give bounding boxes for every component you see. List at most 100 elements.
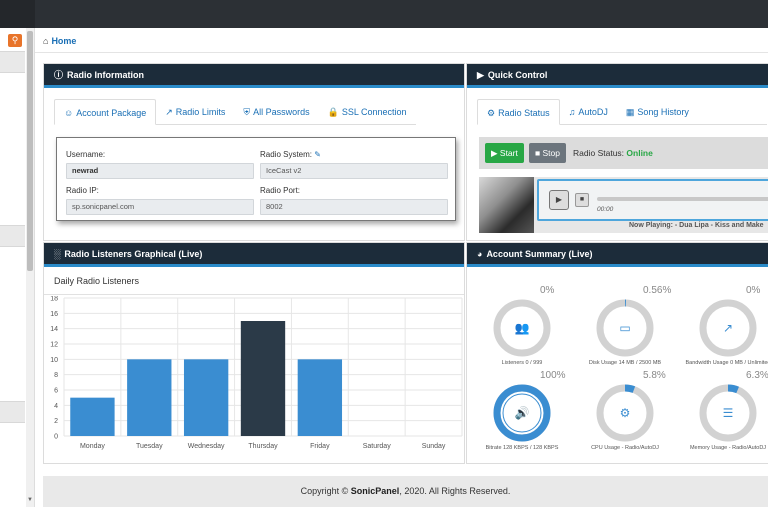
usage-label: Bandwidth Usage 0 MB / Unlimited (685, 360, 768, 366)
bar[interactable] (127, 359, 172, 436)
lock-icon: 🔒 (327, 107, 339, 117)
sidebar-item[interactable] (0, 51, 25, 73)
bar[interactable] (183, 359, 229, 436)
bar[interactable] (70, 397, 115, 436)
radio-system-label-text: Radio System: (260, 150, 313, 159)
tab-song-history[interactable]: ▦ Song History (617, 99, 698, 125)
account-summary-panel: ◕ Account Summary (Live) 👥 0% Listeners 0 /… (466, 242, 768, 464)
bar-chart-icon: ░ (54, 249, 61, 259)
y-tick-label: 2 (54, 418, 58, 425)
sidebar-item[interactable] (0, 401, 25, 423)
footer-brand[interactable]: SonicPanel (351, 486, 400, 496)
start-button[interactable]: ▶ Start (485, 143, 524, 163)
usage-ring: ▭ (596, 299, 654, 357)
sidebar-item[interactable] (0, 225, 25, 247)
usage-percent: 0% (746, 285, 761, 296)
x-tick-label: Friday (310, 443, 330, 450)
headphones-icon: ♫ (568, 107, 576, 117)
username-label: Username: (66, 150, 106, 159)
panel-title: Account Summary (Live) (486, 249, 593, 259)
summary-item: 🔊 100% Bitrate 128 KBPS / 128 KBPS (467, 370, 577, 453)
y-tick-label: 14 (50, 326, 58, 333)
usage-label: Memory Usage - Radio/AutoDJ (689, 445, 767, 451)
tab-autodj[interactable]: ♫ AutoDJ (560, 99, 617, 125)
tab-all-passwords[interactable]: ⛨ All Passwords (234, 99, 318, 125)
quick-control-panel: ▶ Quick Control ⚙ Radio Status ♫ AutoDJ ▦ So… (466, 63, 768, 241)
usage-ring: ↗ (699, 299, 757, 357)
x-tick-label: Monday (80, 443, 105, 450)
x-tick-label: Thursday (248, 443, 278, 450)
usage-percent: 6.3% (746, 370, 768, 381)
bar[interactable] (297, 359, 343, 436)
stop-icon[interactable]: ■ (575, 193, 589, 207)
cog-icon: ⚙ (620, 406, 631, 420)
tab-radio-status[interactable]: ⚙ Radio Status (477, 99, 560, 125)
scroll-down-icon[interactable]: ▼ (27, 497, 33, 503)
info-circle-icon: ⓘ (54, 70, 64, 80)
play-circle-icon: ▶ (477, 70, 484, 80)
radio-system-label: Radio System: ✎ (260, 150, 321, 159)
area-chart-icon: ↗ (723, 321, 733, 335)
home-icon: ⌂ (43, 36, 49, 46)
tab-label: Radio Limits (175, 107, 226, 117)
breadcrumb[interactable]: ⌂ Home (43, 36, 76, 46)
bar[interactable] (240, 321, 286, 436)
radio-system-field: IceCast v2 (260, 163, 448, 179)
summary-item: ⚙ 5.8% CPU Usage - Radio/AutoDJ (570, 370, 680, 453)
y-tick-label: 4 (54, 403, 58, 410)
divider (35, 52, 768, 53)
pencil-icon[interactable]: ✎ (314, 150, 321, 159)
tab-radio-limits[interactable]: ↗ Radio Limits (156, 99, 234, 125)
usage-percent: 0% (540, 285, 555, 296)
panel-header: ◕ Account Summary (Live) (467, 243, 768, 267)
users-icon: 👥 (515, 321, 530, 335)
account-package-card: Username: newrad Radio System: ✎ IceCast… (56, 137, 456, 221)
breadcrumb-home[interactable]: Home (51, 36, 76, 46)
listeners-bar-chart: 0 2 4 6 8 10 12 14 16 18 Monday Tuesday Wednesday Thu… (50, 296, 463, 450)
y-tick-label: 10 (50, 357, 58, 364)
calendar-icon: ▦ (625, 107, 635, 117)
audio-player: ▶ ■ 00:00 Now Playing: - Dua Lipa - Kiss… (479, 177, 768, 233)
play-icon[interactable]: ▶ (549, 190, 569, 210)
user-circle-icon: ☺ (64, 108, 74, 118)
radio-port-label: Radio Port: (260, 186, 301, 195)
line-chart-icon: ↗ (165, 107, 173, 117)
stop-button[interactable]: ■ Stop (529, 143, 566, 163)
footer-prefix: Copyright © (300, 486, 349, 496)
summary-item: 👥 0% Listeners 0 / 999 (467, 285, 577, 368)
usage-ring: ☰ (699, 384, 757, 442)
shield-icon: ⛨ (243, 107, 251, 117)
panel-title: Radio Listeners Graphical (Live) (64, 249, 203, 259)
summary-item: ↗ 0% Bandwidth Usage 0 MB / Unlimited (673, 285, 768, 368)
y-tick-label: 8 (54, 372, 58, 379)
panel-title: Quick Control (487, 70, 548, 80)
listeners-panel: ░ Radio Listeners Graphical (Live) Daily … (43, 242, 465, 464)
x-tick-label: Tuesday (136, 443, 163, 450)
hdd-icon: ▭ (619, 321, 630, 335)
tab-label: AutoDJ (578, 107, 608, 117)
panel-header: ▶ Quick Control (467, 64, 768, 88)
usage-label: CPU Usage - Radio/AutoDJ (591, 445, 659, 451)
tab-ssl-connection[interactable]: 🔒 SSL Connection (319, 99, 416, 125)
now-playing: Now Playing: - Dua Lipa - Kiss and Make (629, 222, 764, 229)
usage-ring: ⚙ (596, 384, 654, 442)
audio-controls: ▶ ■ 00:00 (537, 179, 768, 221)
pie-chart-icon: ◕ (477, 249, 483, 259)
tab-account-package[interactable]: ☺ Account Package (54, 99, 157, 125)
quick-control-tabs: ⚙ Radio Status ♫ AutoDJ ▦ Song History (477, 99, 767, 125)
summary-item: ▭ 0.56% Disk Usage 14 MB / 2500 MB (570, 285, 680, 368)
y-tick-label: 0 (54, 434, 58, 441)
main-content: ⌂ Home ⓘ Radio Information ☺ Account Packag… (35, 28, 768, 507)
album-art (479, 177, 534, 233)
navbar-brand-area (0, 0, 35, 28)
tab-label: SSL Connection (341, 107, 407, 117)
x-tick-label: Saturday (363, 443, 392, 450)
summary-item: ☰ 6.3% Memory Usage - Radio/AutoDJ (673, 370, 768, 453)
top-navbar (0, 0, 768, 28)
radio-info-tabs: ☺ Account Package ↗ Radio Limits ⛨ All Pass… (54, 99, 416, 125)
progress-track[interactable] (597, 197, 768, 201)
usage-percent: 0.56% (643, 285, 672, 296)
scrollbar-thumb[interactable] (27, 31, 33, 271)
usage-label: Disk Usage 14 MB / 2500 MB (588, 360, 662, 366)
search-icon[interactable]: ⚲ (8, 34, 22, 47)
